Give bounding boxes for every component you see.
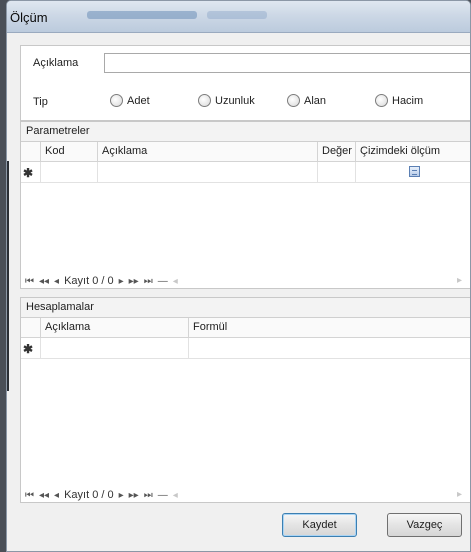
title-bar: Ölçüm	[7, 1, 470, 33]
radio-adet-label: Adet	[127, 94, 150, 107]
last-record-icon[interactable]: ⏭	[144, 276, 153, 287]
new-row-kod-cell[interactable]	[41, 162, 98, 182]
title-bar-decoration	[87, 11, 197, 19]
radio-uzunluk-label: Uzunluk	[215, 94, 255, 107]
new-row-icon: ✱	[23, 166, 34, 180]
save-button[interactable]: Kaydet	[282, 513, 357, 537]
calculations-new-row[interactable]: ✱	[21, 338, 470, 359]
radio-adet[interactable]: Adet	[110, 94, 150, 107]
delete-record-icon[interactable]: —	[158, 490, 168, 501]
row-indicator-header	[21, 318, 41, 337]
measurement-dialog: Ölçüm Açıklama Tip Adet Uzunluk Alan Hac…	[6, 0, 471, 552]
column-formul[interactable]: Formül	[189, 318, 470, 337]
radio-uzunluk[interactable]: Uzunluk	[198, 94, 255, 107]
column-aciklama[interactable]: Açıklama	[41, 318, 189, 337]
next-page-icon[interactable]: ▸▸	[129, 490, 139, 501]
column-cizimdeki-olcum[interactable]: Çizimdeki ölçüm	[356, 142, 470, 161]
measurement-checkbox-icon[interactable]	[409, 166, 420, 177]
radio-hacim-label: Hacim	[392, 94, 424, 107]
new-row-aciklama-cell[interactable]	[98, 162, 318, 182]
delete-record-icon[interactable]: —	[158, 276, 168, 287]
row-indicator-header	[21, 142, 41, 161]
radio-circle-icon	[110, 94, 123, 107]
scroll-right-icon[interactable]: ▸	[457, 272, 462, 290]
first-record-icon[interactable]: ⏮	[25, 276, 34, 287]
prev-record-icon[interactable]: ◂	[54, 276, 59, 287]
new-row-deger-cell[interactable]	[318, 162, 356, 182]
form-panel: Açıklama Tip Adet Uzunluk Alan Hacim	[20, 45, 470, 121]
type-label: Tip	[33, 96, 48, 108]
next-record-icon[interactable]: ▸	[119, 490, 124, 501]
radio-hacim[interactable]: Hacim	[375, 94, 423, 107]
calculations-header: Hesaplamalar	[21, 298, 470, 318]
calculations-grid: Hesaplamalar Açıklama Formül ✱ ⏮ ◂◂ ◂ Kayıt…	[20, 297, 470, 504]
new-row-aciklama-cell[interactable]	[41, 338, 189, 358]
parameters-header: Parametreler	[21, 122, 470, 142]
row-indicator: ✱	[21, 162, 41, 182]
last-record-icon[interactable]: ⏭	[144, 490, 153, 501]
parameters-navigator: ⏮ ◂◂ ◂ Kayıt 0 / 0 ▸ ▸▸ ⏭ — ◂ ▸	[21, 272, 470, 290]
parameters-new-row[interactable]: ✱	[21, 162, 470, 183]
next-page-icon[interactable]: ▸▸	[129, 276, 139, 287]
radio-alan[interactable]: Alan	[287, 94, 326, 107]
next-record-icon[interactable]: ▸	[119, 276, 124, 287]
radio-circle-icon	[287, 94, 300, 107]
parameters-column-header: Kod Açıklama Değer Çizimdeki ölçüm	[21, 142, 470, 162]
new-row-icon: ✱	[23, 342, 34, 356]
prev-page-icon[interactable]: ◂◂	[39, 490, 49, 501]
new-row-olcum-cell[interactable]	[356, 162, 470, 182]
record-counter: Kayıt 0 / 0	[64, 489, 114, 501]
calculations-navigator: ⏮ ◂◂ ◂ Kayıt 0 / 0 ▸ ▸▸ ⏭ — ◂ ▸	[21, 486, 470, 504]
radio-alan-label: Alan	[304, 94, 327, 107]
scroll-left-icon[interactable]: ◂	[173, 276, 178, 287]
calculations-column-header: Açıklama Formül	[21, 318, 470, 338]
scroll-right-icon[interactable]: ▸	[457, 486, 462, 504]
scroll-left-icon[interactable]: ◂	[173, 490, 178, 501]
row-indicator: ✱	[21, 338, 41, 358]
window-title: Ölçüm	[10, 10, 48, 25]
description-input[interactable]	[104, 53, 470, 73]
parameters-grid: Parametreler Kod Açıklama Değer Çizimdek…	[20, 121, 470, 290]
column-kod[interactable]: Kod	[41, 142, 98, 161]
prev-page-icon[interactable]: ◂◂	[39, 276, 49, 287]
new-row-formul-cell[interactable]	[189, 338, 470, 358]
column-deger[interactable]: Değer	[318, 142, 356, 161]
first-record-icon[interactable]: ⏮	[25, 490, 34, 501]
description-label: Açıklama	[33, 57, 79, 69]
title-bar-decoration	[207, 11, 267, 19]
radio-circle-icon	[375, 94, 388, 107]
cancel-button[interactable]: Vazgeç	[387, 513, 462, 537]
prev-record-icon[interactable]: ◂	[54, 490, 59, 501]
record-counter: Kayıt 0 / 0	[64, 275, 114, 287]
radio-circle-icon	[198, 94, 211, 107]
column-aciklama[interactable]: Açıklama	[98, 142, 318, 161]
window-edge	[7, 161, 9, 391]
